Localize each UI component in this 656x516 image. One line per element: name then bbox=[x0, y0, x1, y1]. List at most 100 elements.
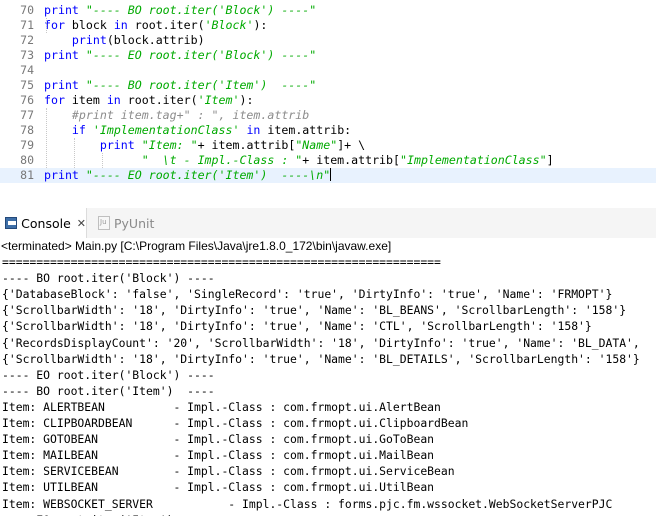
code-token: print bbox=[99, 138, 142, 152]
output-line: {'ScrollbarWidth': '18', 'DirtyInfo': 't… bbox=[2, 351, 640, 366]
code-line[interactable]: 73 print "---- EO root.iter('Block') ----… bbox=[0, 48, 656, 63]
output-line: Item: ALERTBEAN - Impl.-Class : com.frmo… bbox=[2, 399, 441, 414]
console-icon bbox=[5, 217, 18, 229]
indent-guide bbox=[46, 18, 47, 33]
text-caret bbox=[330, 168, 332, 181]
code-token: "---- BO root.iter('Item') ----" bbox=[85, 78, 317, 92]
output-line: {'DatabaseBlock': 'false', 'SingleRecord… bbox=[2, 287, 613, 302]
output-line: {'ScrollbarWidth': '18', 'DirtyInfo': 't… bbox=[2, 303, 627, 318]
tab-console[interactable]: Console ✕ bbox=[0, 208, 87, 238]
tab-pyunit-label: PyUnit bbox=[114, 215, 155, 231]
output-line: Item: UTILBEAN - Impl.-Class : com.frmop… bbox=[2, 480, 435, 495]
code-token: block bbox=[71, 18, 114, 32]
code-token: if bbox=[71, 123, 93, 137]
code-token: in bbox=[246, 123, 268, 137]
output-line: Item: WEBSOCKET_SERVER - Impl.-Class : f… bbox=[2, 496, 613, 511]
console-output[interactable]: <terminated> Main.py [C:\Program Files\J… bbox=[0, 238, 656, 516]
output-line: ========================================… bbox=[2, 255, 441, 269]
code-token: #print item.tag+" : ", item.attrib bbox=[71, 108, 310, 122]
code-token: root.iter( bbox=[127, 93, 198, 107]
code-text: print "---- EO root.iter('Item') ----\n" bbox=[44, 168, 332, 183]
code-token: ]+ \ bbox=[337, 138, 366, 152]
code-line[interactable]: 74 bbox=[0, 63, 656, 78]
code-line[interactable]: 72 print(block.attrib) bbox=[0, 33, 656, 48]
code-token: "Item: " bbox=[141, 138, 198, 152]
output-line: Item: SERVICEBEAN - Impl.-Class : com.fr… bbox=[2, 464, 455, 479]
code-token: " \t - Impl.-Class : " bbox=[141, 153, 303, 167]
code-token: (block.attrib) bbox=[106, 33, 205, 47]
code-line[interactable]: 70 print "---- BO root.iter('Block') ----… bbox=[0, 3, 656, 18]
code-text: print(block.attrib) bbox=[44, 33, 205, 48]
code-token: + item.attrib[ bbox=[302, 153, 401, 167]
code-line[interactable]: 76 for item in root.iter('Item'): bbox=[0, 93, 656, 108]
indent-guide bbox=[46, 108, 47, 168]
code-token: item.attrib: bbox=[267, 123, 352, 137]
code-token: for bbox=[44, 18, 72, 32]
output-line: ---- EO root.iter('Block') ---- bbox=[2, 367, 215, 382]
code-text: #print item.tag+" : ", item.attrib bbox=[44, 108, 309, 123]
code-text: print "---- BO root.iter('Block') ----" bbox=[44, 3, 316, 18]
code-token: "---- BO root.iter('Block') ----" bbox=[85, 3, 317, 17]
line-number: 75 bbox=[20, 78, 34, 92]
output-line: {'ScrollbarWidth': '18', 'DirtyInfo': 't… bbox=[2, 319, 592, 334]
line-number: 74 bbox=[20, 63, 34, 77]
code-token: "ImplementationClass" bbox=[400, 153, 547, 167]
code-token: print bbox=[71, 33, 107, 47]
output-line: ---- BO root.iter('Item') ---- bbox=[2, 383, 215, 398]
tab-pyunit[interactable]: PyUnit bbox=[93, 208, 154, 238]
code-token: in bbox=[113, 18, 135, 32]
output-line: {'RecordsDisplayCount': '20', 'Scrollbar… bbox=[2, 335, 640, 350]
code-line[interactable]: 80 " \t - Impl.-Class : "+ item.attrib["… bbox=[0, 153, 656, 168]
line-number: 81 bbox=[20, 168, 34, 182]
code-line[interactable]: 71 for block in root.iter('Block'): bbox=[0, 18, 656, 33]
code-token: root.iter( bbox=[134, 18, 205, 32]
code-token: ): bbox=[239, 93, 254, 107]
code-line[interactable]: 81 print "---- EO root.iter('Item') ----\… bbox=[0, 168, 656, 183]
code-token: print bbox=[44, 48, 86, 62]
line-number: 79 bbox=[20, 138, 34, 152]
code-text: for block in root.iter('Block'): bbox=[44, 18, 267, 33]
process-status: <terminated> Main.py [C:\Program Files\J… bbox=[1, 239, 392, 253]
line-number: 71 bbox=[20, 18, 34, 32]
close-icon[interactable]: ✕ bbox=[77, 217, 86, 230]
code-token: "---- EO root.iter('Block') ----" bbox=[85, 48, 317, 62]
code-editor[interactable]: 70 print "---- BO root.iter('Block') ----… bbox=[0, 0, 656, 186]
output-line: ---- EO root.iter('Item') ---- bbox=[2, 512, 215, 516]
code-text: print "---- EO root.iter('Block') ----" bbox=[44, 48, 316, 63]
output-line: Item: CLIPBOARDBEAN - Impl.-Class : com.… bbox=[2, 416, 469, 430]
output-line: Item: GOTOBEAN - Impl.-Class : com.frmop… bbox=[2, 432, 435, 447]
code-token: "---- EO root.iter('Item') ----\n" bbox=[85, 168, 331, 182]
code-token: print bbox=[44, 168, 86, 182]
code-token: 'Item' bbox=[197, 93, 240, 107]
line-number: 70 bbox=[20, 3, 34, 17]
code-token: print bbox=[44, 3, 86, 17]
view-tab-bar: Console ✕ PyUnit bbox=[0, 208, 656, 239]
code-text: if 'ImplementationClass' in item.attrib: bbox=[44, 123, 351, 138]
code-line[interactable]: 75 print "---- BO root.iter('Item') ----" bbox=[0, 78, 656, 93]
code-text: print "---- BO root.iter('Item') ----" bbox=[44, 78, 316, 93]
code-token: "Name" bbox=[295, 138, 338, 152]
code-token: for bbox=[44, 93, 72, 107]
pyunit-icon bbox=[98, 216, 110, 230]
code-line[interactable]: 77 #print item.tag+" : ", item.attrib bbox=[0, 108, 656, 123]
code-text: " \t - Impl.-Class : "+ item.attrib["Imp… bbox=[44, 153, 554, 168]
code-token: 'Block' bbox=[204, 18, 254, 32]
line-number: 73 bbox=[20, 48, 34, 62]
output-line: Item: MAILBEAN - Impl.-Class : com.frmop… bbox=[2, 448, 435, 463]
line-number: 80 bbox=[20, 153, 34, 167]
code-token: + item.attrib[ bbox=[197, 138, 296, 152]
code-line[interactable]: 78 if 'ImplementationClass' in item.attr… bbox=[0, 123, 656, 138]
indent-guide bbox=[102, 153, 103, 168]
line-number: 72 bbox=[20, 33, 34, 47]
code-token: ] bbox=[546, 153, 554, 167]
line-number: 76 bbox=[20, 93, 34, 107]
line-number: 78 bbox=[20, 123, 34, 137]
code-text: print "Item: "+ item.attrib["Name"]+ \ bbox=[44, 138, 365, 153]
code-token: ): bbox=[253, 18, 268, 32]
code-line[interactable]: 79 print "Item: "+ item.attrib["Name"]+ … bbox=[0, 138, 656, 153]
